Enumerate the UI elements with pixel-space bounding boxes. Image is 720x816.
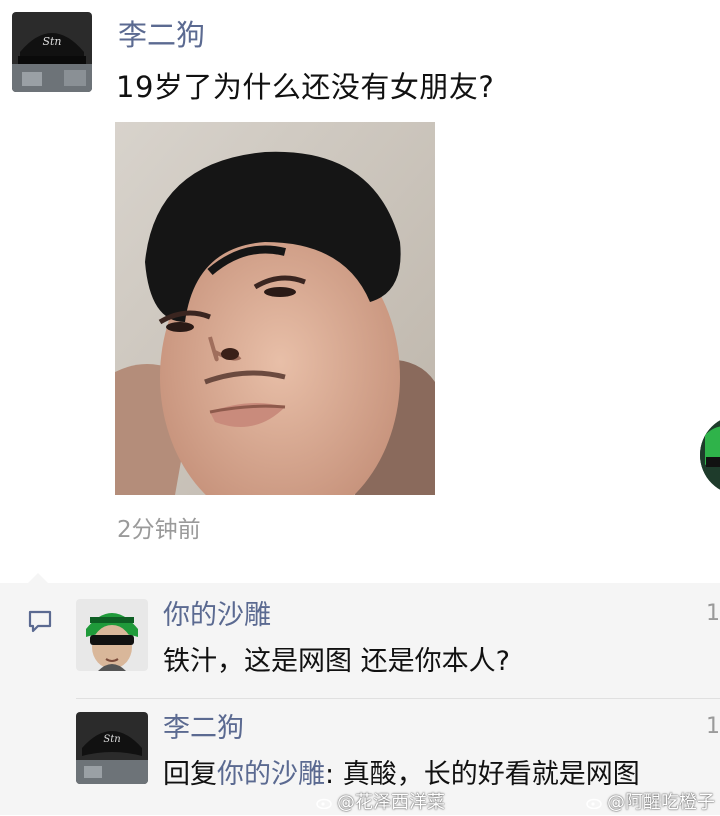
partial-avatar [700, 415, 720, 495]
commenter-avatar[interactable]: Stn [76, 712, 148, 784]
reply-text: 回复你的沙雕: 真酸，长的好看就是网图 [163, 752, 640, 791]
reply-target-name[interactable]: 你的沙雕 [217, 759, 325, 790]
comment-text: 铁汁，这是网图 还是你本人? [163, 646, 510, 677]
reply-body: 真酸，长的好看就是网图 [334, 759, 640, 790]
weibo-icon [586, 798, 602, 809]
post-text: 19岁了为什么还没有女朋友? [116, 70, 495, 104]
commenter-name[interactable]: 你的沙雕 [163, 593, 271, 632]
svg-text:Stn: Stn [103, 734, 120, 745]
reply-colon: : [325, 759, 335, 790]
comment-divider [76, 698, 720, 699]
watermark: @花泽西洋菜 [316, 788, 445, 814]
comment-time: 1 [706, 714, 720, 739]
comment-item[interactable]: 你的沙雕 铁汁，这是网图 还是你本人? 1 [0, 593, 720, 693]
post-time: 2分钟前 [117, 517, 201, 543]
watermark-text: @阿醒吃橙子 [607, 792, 715, 813]
watermark: @阿醒吃橙子 [586, 788, 715, 814]
moment-post: Stn 李二狗 19岁了为什么还没有女朋友? 2分钟前 [0, 0, 720, 575]
post-author-name[interactable]: 李二狗 [118, 12, 205, 54]
post-photo[interactable] [115, 122, 435, 495]
comment-time: 1 [706, 601, 720, 626]
commenter-name[interactable]: 李二狗 [163, 706, 244, 745]
comment-section: 你的沙雕 铁汁，这是网图 还是你本人? 1 Stn 李二狗 回复你的沙雕: 真酸… [0, 573, 720, 815]
watermark-text: @花泽西洋菜 [337, 792, 445, 813]
commenter-avatar[interactable] [76, 599, 148, 671]
author-avatar[interactable]: Stn [12, 12, 92, 92]
reply-prefix: 回复 [163, 759, 217, 790]
weibo-icon [316, 798, 332, 809]
svg-text:Stn: Stn [42, 35, 61, 48]
